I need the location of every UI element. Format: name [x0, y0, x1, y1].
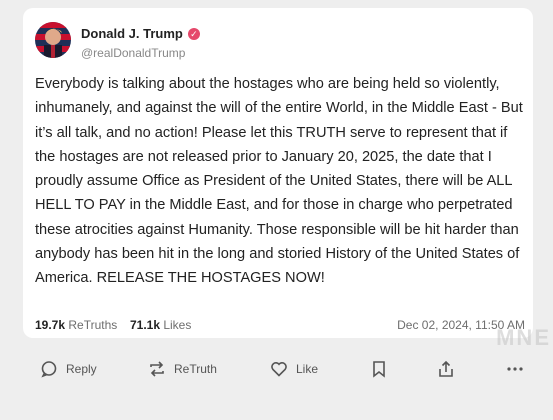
retruth-label: ReTruth	[174, 362, 217, 376]
post-body: Everybody is talking about the hostages …	[35, 76, 523, 287]
retruths-count: 19.7k	[35, 318, 66, 332]
like-label: Like	[296, 362, 319, 376]
share-button[interactable]	[437, 360, 455, 378]
watermark: MNE	[496, 325, 551, 350]
reply-label: Reply	[66, 362, 97, 376]
retruth-button[interactable]: ReTruth	[148, 360, 217, 378]
action-bar: Reply ReTruth Like	[0, 350, 553, 390]
bookmark-button[interactable]	[371, 360, 387, 378]
reply-icon	[40, 360, 58, 378]
like-icon	[270, 360, 288, 378]
post-stats: 19.7k ReTruths 71.1k Likes	[35, 318, 191, 332]
author-name-text[interactable]: Donald J. Trump	[81, 26, 183, 41]
more-icon	[506, 360, 524, 378]
bookmark-icon	[371, 360, 387, 378]
like-button[interactable]: Like	[270, 360, 318, 378]
more-button[interactable]	[506, 360, 524, 378]
likes-count: 71.1k	[129, 318, 160, 332]
share-icon	[437, 360, 455, 378]
post-card: Donald J. Trump ✓ @realDonaldTrump Every…	[23, 8, 533, 338]
verified-icon: ✓	[187, 27, 200, 40]
retruth-icon	[148, 360, 166, 378]
reply-button[interactable]: Reply	[40, 360, 97, 378]
author-handle[interactable]: @realDonaldTrump	[81, 46, 185, 60]
retruths-label[interactable]: ReTruths	[68, 318, 117, 332]
avatar[interactable]	[35, 22, 71, 58]
likes-label[interactable]: Likes	[163, 318, 191, 332]
author-name[interactable]: Donald J. Trump ✓	[81, 26, 200, 41]
